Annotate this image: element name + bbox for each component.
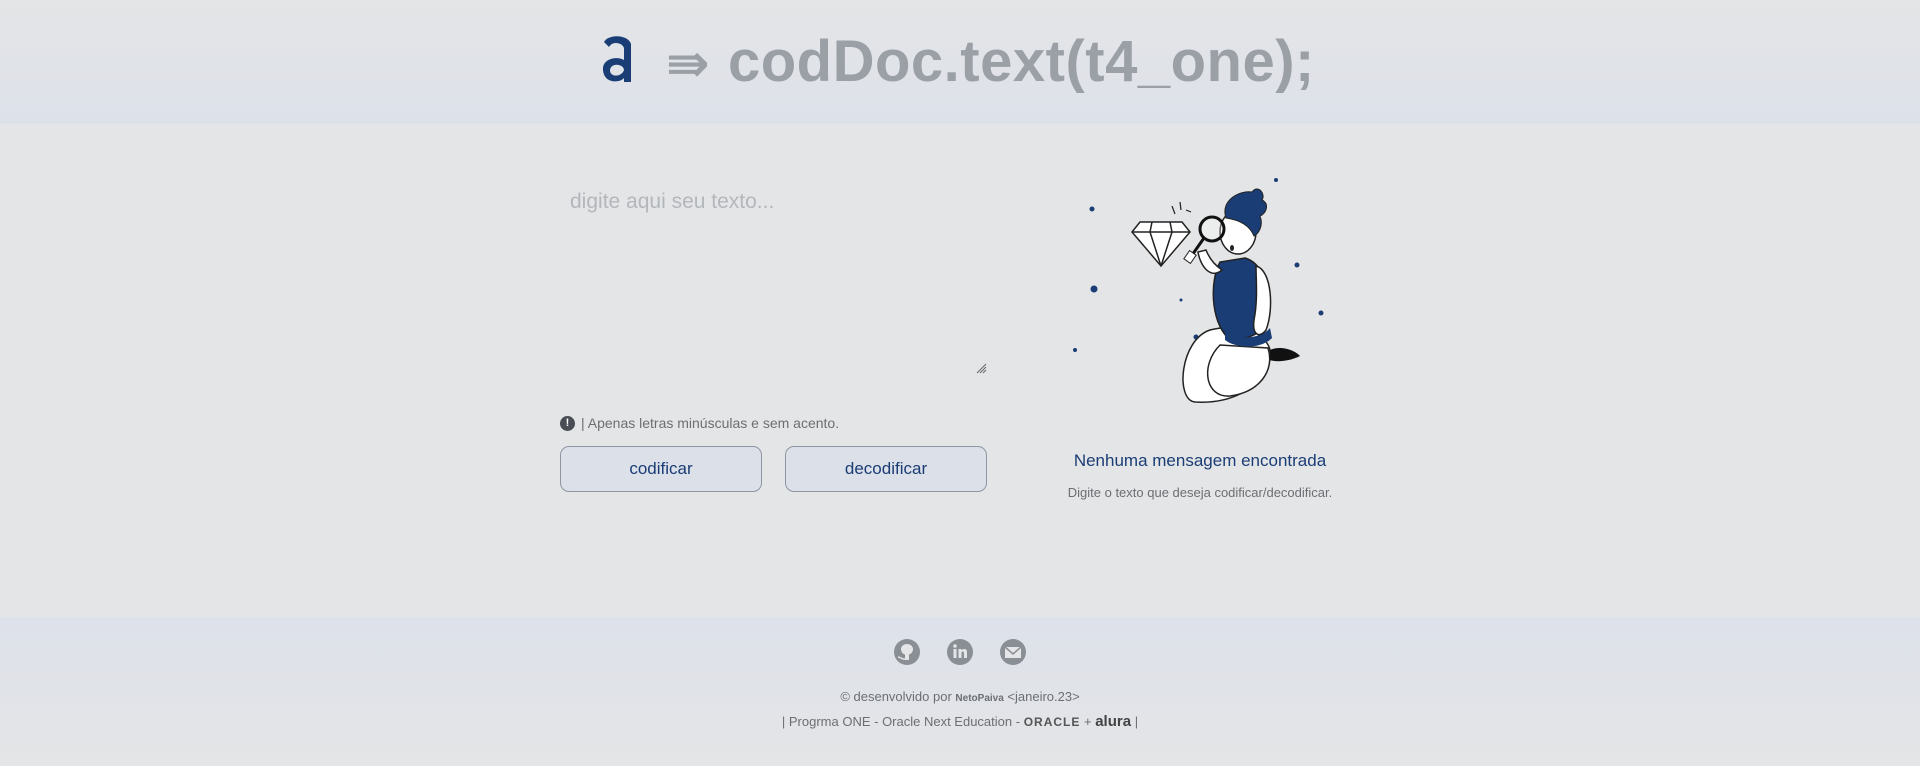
empty-result-subtitle: Digite o texto que deseja codificar/deco… [1067,485,1333,500]
hint-text: | Apenas letras minúsculas e sem acento. [581,415,840,431]
alura-a-icon[interactable] [598,28,638,88]
empty-result-title: Nenhuma mensagem encontrada [1073,451,1327,470]
credit-date: <janeiro.23> [1007,689,1080,704]
program-suffix: | [1134,714,1139,729]
page-footer: © desenvolvido por NetoPaiva <janeiro.23… [0,617,1920,766]
arrow-glyph: ⇛ [666,35,710,93]
decode-button[interactable]: decodificar [785,446,987,492]
linkedin-icon[interactable] [945,637,975,667]
page-title: codDoc.text(t4_one); [728,29,1315,94]
plus-sign: + [1084,714,1092,729]
mail-icon[interactable] [998,637,1028,667]
input-hint: ! | Apenas letras minúsculas e sem acent… [560,414,839,432]
github-icon[interactable] [892,637,922,667]
person-magnifier-illustration [1073,178,1324,403]
oracle-logo: ORACLE [1023,715,1081,729]
credit-prefix: © desenvolvido por [840,689,952,704]
resize-grip-icon[interactable] [975,362,987,374]
program-prefix: | Progrma ONE - Oracle Next Education - [781,714,1021,729]
exclamation-circle-icon: ! [560,415,575,431]
program-credit: | Progrma ONE - Oracle Next Education - … [0,713,1920,730]
encode-button[interactable]: codificar [560,446,762,492]
message-input[interactable] [560,180,990,376]
alura-logo: alura [1095,713,1132,730]
developer-credit: © desenvolvido por NetoPaiva <janeiro.23… [0,689,1920,704]
author-link[interactable]: NetoPaiva [955,693,1003,704]
page-header: ⇛ codDoc.text(t4_one); [0,0,1920,123]
